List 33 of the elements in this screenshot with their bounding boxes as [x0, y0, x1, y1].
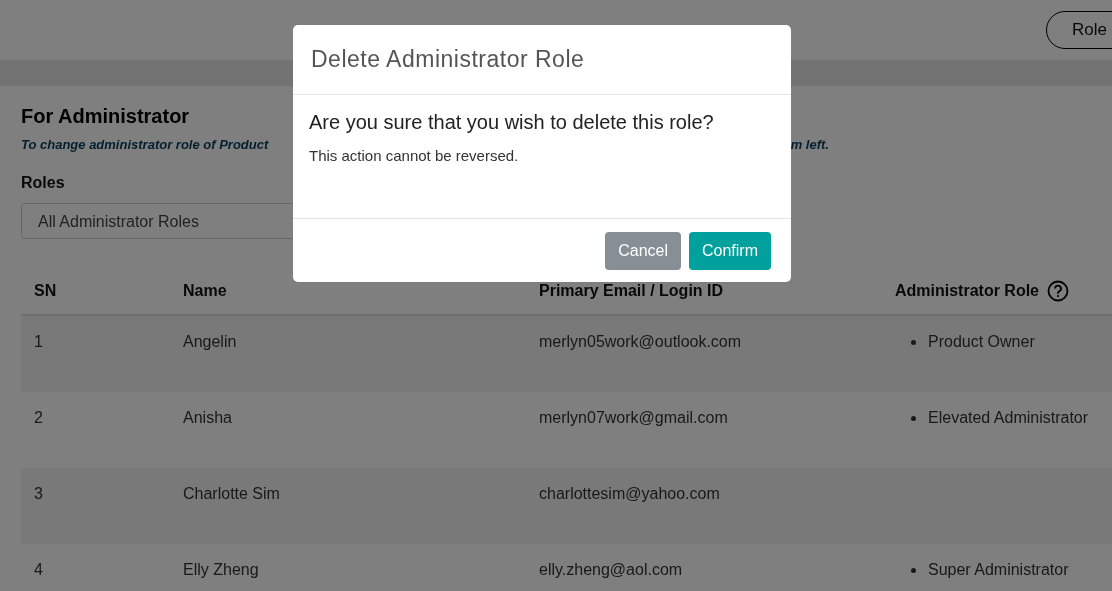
help-icon[interactable]: [1047, 280, 1069, 302]
table-cell: Angelin: [183, 333, 237, 350]
table-cell: elly.zheng@aol.com: [539, 561, 683, 578]
confirm-button[interactable]: Confirm: [689, 231, 771, 270]
table-cell: merlyn07work@gmail.com: [539, 409, 728, 426]
table-cell: 1: [34, 333, 43, 350]
instruction-text: m left.: [790, 137, 829, 152]
table-cell: 2: [34, 409, 43, 426]
cancel-button[interactable]: Cancel: [605, 231, 681, 270]
table-cell: 4: [34, 561, 43, 578]
column-header: Primary Email / Login ID: [539, 282, 724, 300]
bullet-icon: [911, 339, 916, 345]
section-title: For Administrator: [21, 105, 190, 128]
column-header: Administrator Role: [895, 282, 1039, 300]
role-text: Product Owner: [928, 333, 1035, 351]
role-text: Super Administrator: [928, 561, 1069, 579]
roles-label: Roles: [21, 174, 66, 192]
table-cell: merlyn05work@outlook.com: [539, 333, 742, 350]
dialog-title: Delete Administrator Role: [311, 46, 585, 73]
table-cell: Anisha: [183, 409, 232, 426]
instruction-text: To change administrator role of Product: [21, 137, 269, 152]
table-cell: Elly Zheng: [183, 561, 259, 578]
role-text: Elevated Administrator: [928, 409, 1089, 427]
table-cell: Charlotte Sim: [183, 485, 280, 502]
dialog-message: This action cannot be reversed.: [309, 147, 520, 164]
column-header: Name: [183, 282, 227, 300]
role-button[interactable]: Role: [1046, 11, 1112, 49]
table-cell: 3: [34, 485, 43, 502]
bullet-icon: [911, 415, 916, 421]
bullet-icon: [911, 567, 916, 573]
column-header: SN: [34, 282, 57, 300]
dialog-question: Are you sure that you wish to delete this role?: [309, 111, 715, 134]
table-cell: charlottesim@yahoo.com: [539, 485, 720, 502]
